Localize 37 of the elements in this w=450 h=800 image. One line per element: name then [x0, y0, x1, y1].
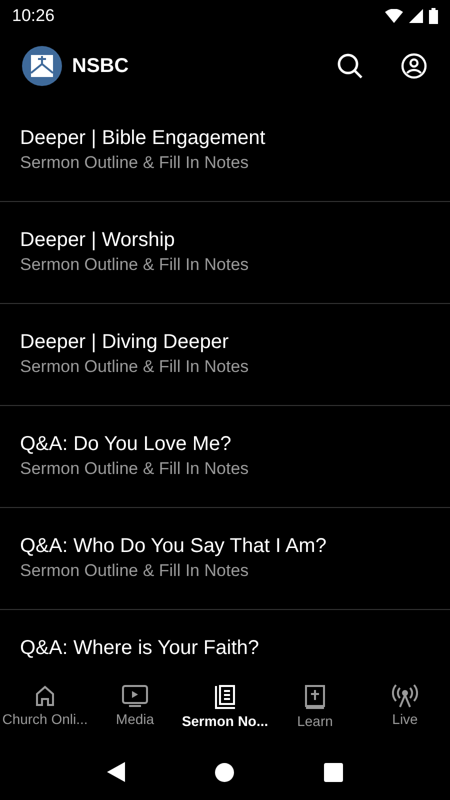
book-icon [213, 684, 237, 710]
signal-icon [409, 9, 423, 23]
recents-icon[interactable] [324, 762, 343, 782]
tv-play-icon [121, 684, 149, 708]
nav-tab[interactable]: Learn [270, 678, 360, 744]
back-icon[interactable] [107, 762, 125, 782]
sermon-subtitle: Sermon Outline & Fill In Notes [20, 255, 249, 275]
sermon-title: Q&A: Where is Your Faith? [20, 637, 260, 660]
sermon-item[interactable]: Q&A: Who Do You Say That I Am? Sermon Outline & Fill In Notes [0, 508, 450, 610]
sermon-subtitle: Sermon Outline & Fill In Notes [20, 153, 249, 173]
sermon-subtitle: Sermon Outline & Fill In Notes [20, 357, 249, 377]
sermon-item[interactable]: Deeper | Bible Engagement Sermon Outline & Fill In Notes [0, 100, 450, 202]
nav-tab[interactable]: Live [360, 678, 450, 744]
sermon-title: Deeper | Diving Deeper [20, 331, 229, 354]
sermon-item[interactable]: Q&A: Do You Love Me? Sermon Outline & Fill In Notes [0, 406, 450, 508]
sermon-title: Q&A: Who Do You Say That I Am? [20, 535, 326, 558]
battery-icon [429, 8, 438, 24]
sermon-item[interactable]: Deeper | Diving Deeper Sermon Outline & Fill In Notes [0, 304, 450, 406]
nav-tab[interactable]: Media [90, 678, 180, 744]
antenna-icon [392, 684, 418, 708]
sermon-subtitle: Sermon Outline & Fill In Notes [20, 561, 249, 581]
nav-tab[interactable]: Church Onli... [0, 678, 90, 744]
sermon-item[interactable]: Deeper | Worship Sermon Outline & Fill In Notes [0, 202, 450, 304]
sermon-subtitle: Sermon Outline & Fill In Notes [20, 459, 249, 479]
sermon-title: Deeper | Bible Engagement [20, 127, 266, 150]
home-circle-icon[interactable] [215, 762, 234, 782]
account-icon[interactable] [400, 52, 428, 80]
sermon-title: Deeper | Worship [20, 229, 175, 252]
sermon-title: Q&A: Do You Love Me? [20, 433, 232, 456]
bible-icon [303, 684, 327, 710]
home-icon [33, 684, 57, 708]
nav-tab[interactable]: Sermon No... [180, 678, 270, 744]
status-time: 10:26 [12, 6, 55, 26]
search-icon[interactable] [336, 52, 364, 80]
app-title: NSBC [72, 54, 130, 78]
wifi-icon [385, 9, 403, 23]
church-logo [22, 46, 62, 86]
